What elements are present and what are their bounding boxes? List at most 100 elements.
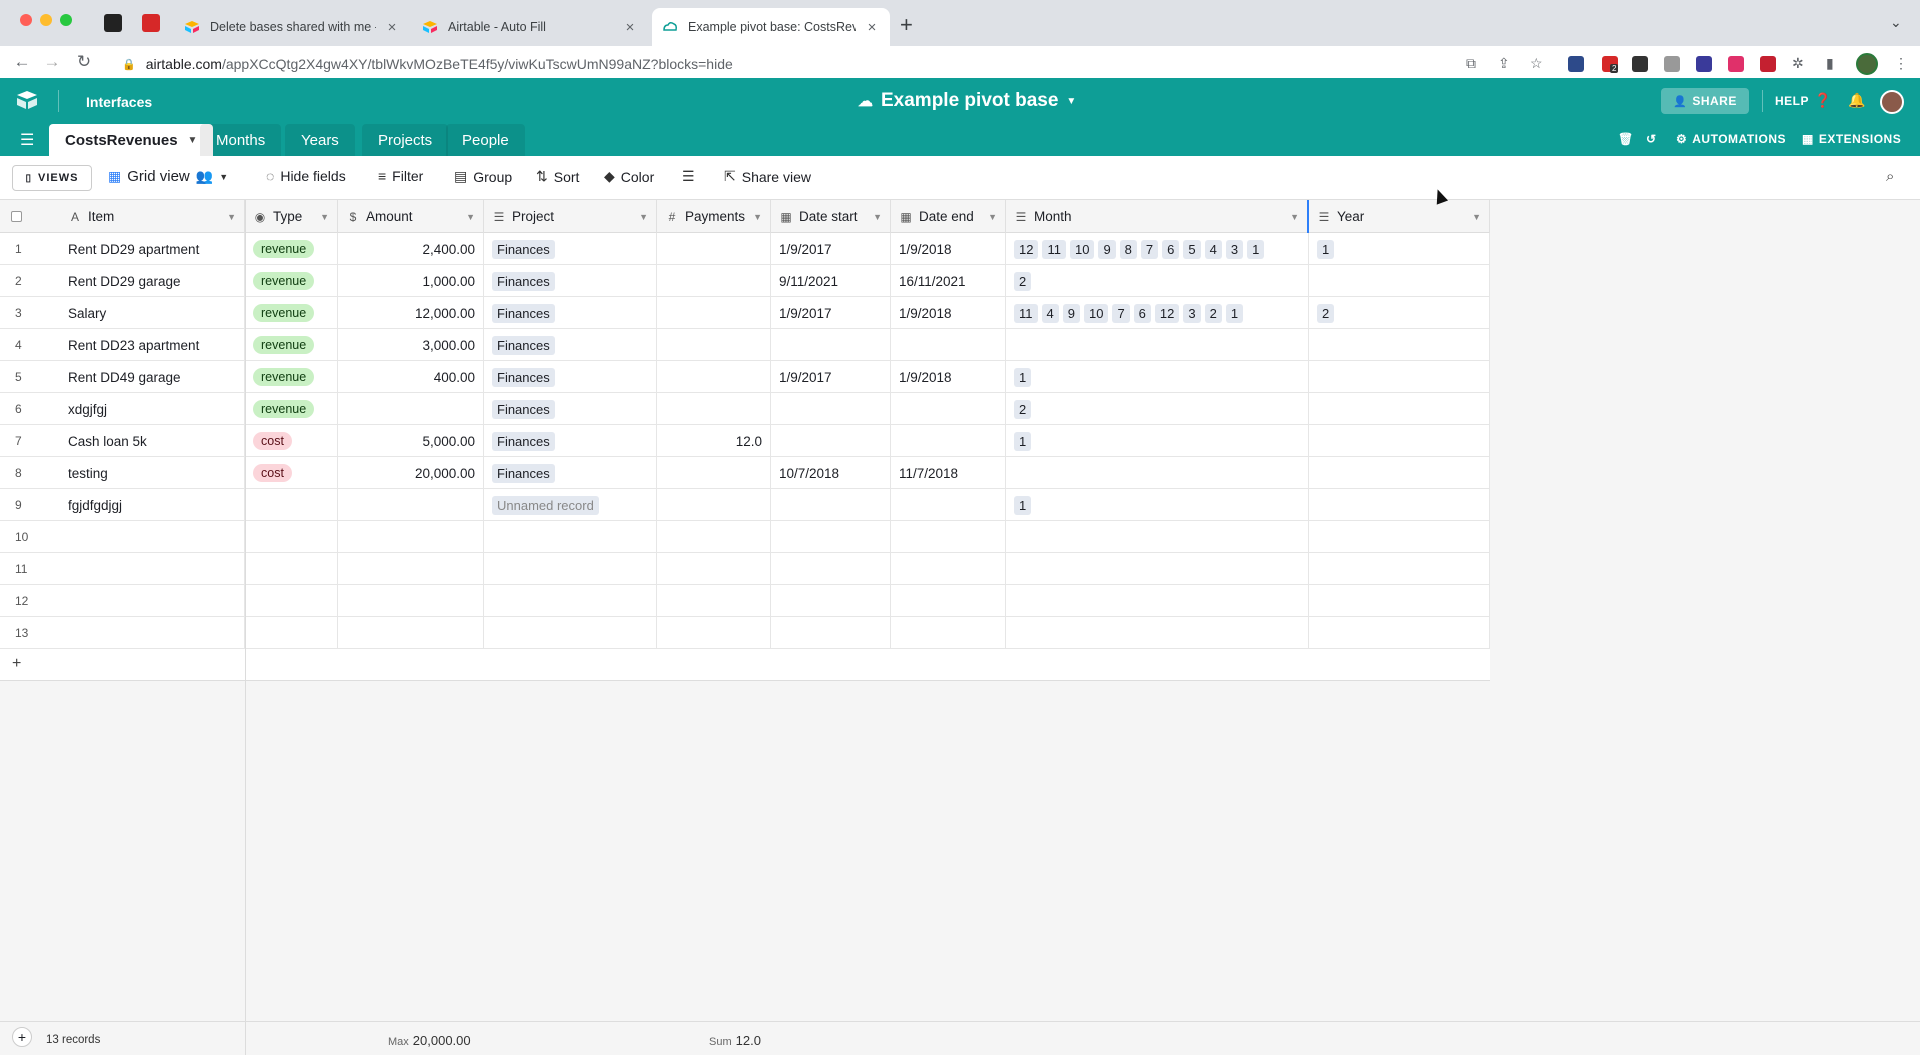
year-cell[interactable] <box>1309 489 1490 521</box>
date-end-cell[interactable]: 1/9/2018 <box>891 233 1006 265</box>
share-page-icon[interactable]: ⇪ <box>1498 55 1510 72</box>
payments-cell[interactable] <box>657 393 771 425</box>
table-row[interactable]: 4 Rent DD23 apartment revenue 3,000.00 Finan… <box>0 329 1490 361</box>
linked-record-chip[interactable]: 9 <box>1098 239 1116 259</box>
extension-icon[interactable]: 2 <box>1602 56 1619 73</box>
item-cell[interactable] <box>60 521 245 553</box>
project-cell[interactable]: Finances <box>484 361 657 393</box>
linked-record-chip[interactable]: Finances <box>492 239 555 259</box>
type-cell[interactable]: revenue <box>245 297 338 329</box>
linked-record-chip[interactable]: 4 <box>1204 239 1222 259</box>
type-cell[interactable]: revenue <box>245 233 338 265</box>
close-tab-icon[interactable]: × <box>622 19 638 36</box>
extension-icon[interactable] <box>1568 56 1584 72</box>
tab-years[interactable]: Years <box>285 124 355 156</box>
amount-cell[interactable]: 2,400.00 <box>338 233 484 265</box>
table-row[interactable]: 3 Salary revenue 12,000.00 Finances 1/9/2017 1… <box>0 297 1490 329</box>
date-end-cell[interactable] <box>891 553 1006 585</box>
project-cell[interactable] <box>484 617 657 649</box>
extension-icon[interactable] <box>1696 56 1712 72</box>
color-button[interactable]: ◆ Color <box>604 168 654 185</box>
project-cell[interactable]: Finances <box>484 297 657 329</box>
extension-icon[interactable] <box>1664 56 1680 72</box>
open-in-app-icon[interactable]: ⧉ <box>1466 55 1476 72</box>
chevron-down-icon[interactable]: ▼ <box>873 212 882 222</box>
back-arrow-icon[interactable]: ← <box>10 52 34 72</box>
year-cell[interactable] <box>1309 393 1490 425</box>
date-start-cell[interactable]: 1/9/2017 <box>771 297 891 329</box>
item-cell[interactable] <box>60 553 245 585</box>
month-cell[interactable] <box>1006 617 1309 649</box>
project-cell[interactable]: Finances <box>484 425 657 457</box>
share-button[interactable]: 👤 SHARE <box>1661 88 1749 114</box>
type-cell[interactable] <box>245 553 338 585</box>
chevron-down-icon[interactable]: ▼ <box>988 212 997 222</box>
month-cell[interactable] <box>1006 521 1309 553</box>
amount-cell[interactable]: 3,000.00 <box>338 329 484 361</box>
year-cell[interactable] <box>1309 425 1490 457</box>
help-link[interactable]: HELP <box>1775 94 1809 108</box>
add-record-button[interactable]: + <box>12 1027 32 1047</box>
user-avatar[interactable] <box>1880 90 1904 114</box>
chevron-down-icon[interactable]: ▼ <box>1472 212 1481 222</box>
date-start-cell[interactable]: 1/9/2017 <box>771 233 891 265</box>
extension-icon[interactable] <box>1760 56 1776 72</box>
column-header-year[interactable]: ☰ Year ▼ <box>1309 200 1490 233</box>
linked-record-chip[interactable]: 10 <box>1083 303 1109 323</box>
linked-record-chip[interactable]: 9 <box>1062 303 1080 323</box>
payments-cell[interactable] <box>657 553 771 585</box>
payments-cell[interactable] <box>657 265 771 297</box>
amount-cell[interactable] <box>338 553 484 585</box>
year-cell[interactable] <box>1309 361 1490 393</box>
share-view-button[interactable]: ⇱ Share view <box>724 168 811 185</box>
month-cell[interactable] <box>1006 585 1309 617</box>
close-tab-icon[interactable]: × <box>864 19 880 36</box>
month-cell[interactable]: 1 <box>1006 489 1309 521</box>
column-header-date-end[interactable]: ▦ Date end ▼ <box>891 200 1006 233</box>
date-start-cell[interactable] <box>771 329 891 361</box>
month-cell[interactable]: 1 <box>1006 425 1309 457</box>
notifications-bell-icon[interactable]: 🔔 <box>1848 92 1865 109</box>
payments-cell[interactable] <box>657 585 771 617</box>
item-cell[interactable] <box>60 585 245 617</box>
date-start-cell[interactable]: 9/11/2021 <box>771 265 891 297</box>
date-start-cell[interactable] <box>771 553 891 585</box>
chevron-down-icon[interactable]: ▼ <box>1290 212 1299 222</box>
amount-cell[interactable] <box>338 617 484 649</box>
linked-record-chip[interactable]: 3 <box>1225 239 1244 259</box>
linked-record-chip[interactable]: 2 <box>1204 303 1222 323</box>
date-end-cell[interactable] <box>891 425 1006 457</box>
chevron-down-icon[interactable]: ▼ <box>466 212 475 222</box>
table-row[interactable]: 10 <box>0 521 1490 553</box>
chevron-down-icon[interactable]: ▼ <box>753 212 762 222</box>
linked-record-chip[interactable]: 2 <box>1014 271 1032 291</box>
amount-cell[interactable]: 1,000.00 <box>338 265 484 297</box>
close-window-button[interactable] <box>20 14 32 26</box>
add-row-button[interactable]: + <box>0 649 1490 681</box>
date-end-cell[interactable]: 1/9/2018 <box>891 297 1006 329</box>
zoom-window-button[interactable] <box>60 14 72 26</box>
payments-cell[interactable] <box>657 297 771 329</box>
type-cell[interactable]: revenue <box>245 393 338 425</box>
payments-cell[interactable] <box>657 329 771 361</box>
linked-record-chip[interactable]: 11 <box>1014 303 1038 323</box>
linked-record-chip[interactable]: 1 <box>1225 303 1244 323</box>
minimize-window-button[interactable] <box>40 14 52 26</box>
table-row[interactable]: 9 fgjdfgdjgj Unnamed record 1 <box>0 489 1490 521</box>
table-row[interactable]: 13 <box>0 617 1490 649</box>
chevron-down-icon[interactable]: ▼ <box>320 212 329 222</box>
amount-cell[interactable]: 20,000.00 <box>338 457 484 489</box>
browser-tab[interactable]: Airtable - Auto Fill × <box>412 8 648 46</box>
year-cell[interactable] <box>1309 329 1490 361</box>
table-row[interactable]: 5 Rent DD49 garage revenue 400.00 Finances 1/… <box>0 361 1490 393</box>
chevron-down-icon[interactable]: ▼ <box>227 212 236 222</box>
project-cell[interactable]: Unnamed record <box>484 489 657 521</box>
month-cell[interactable]: 2 <box>1006 265 1309 297</box>
amount-cell[interactable]: 5,000.00 <box>338 425 484 457</box>
type-cell[interactable]: cost <box>245 425 338 457</box>
pinned-tab-icon[interactable] <box>104 14 122 32</box>
type-cell[interactable]: revenue <box>245 265 338 297</box>
project-cell[interactable]: Finances <box>484 393 657 425</box>
amount-summary[interactable]: Max 20,000.00 <box>388 1033 471 1048</box>
year-cell[interactable]: 1 <box>1309 233 1490 265</box>
